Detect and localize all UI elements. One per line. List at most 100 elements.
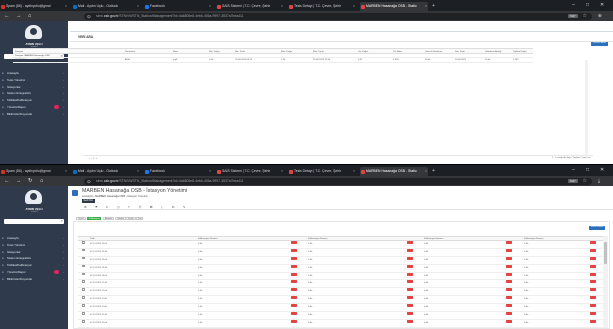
row-checkbox[interactable] <box>82 296 85 299</box>
toolbar-icon[interactable]: ≡ <box>106 204 108 210</box>
column-header[interactable]: Gönderim Aralığı <box>485 49 501 55</box>
back-arrow-icon[interactable]: ← <box>4 12 10 20</box>
column-header[interactable]: Min. Değer <box>209 49 220 55</box>
toolbar-icon[interactable]: ⧉ <box>172 204 174 210</box>
maximize-button[interactable]: □ <box>586 1 589 10</box>
excel-export-button[interactable]: Excel'e Aktar <box>591 42 608 46</box>
toolbar-icon[interactable]: ✎ <box>183 204 186 210</box>
row-checkbox[interactable] <box>82 312 85 315</box>
browser-tab[interactable]: Spam (86) - aydinycilu@gmai × <box>0 167 68 176</box>
tab-close-icon[interactable]: × <box>209 2 211 11</box>
browser-tab[interactable]: Tesis Detayı | T.C. Çevre, Şehir × <box>288 167 356 176</box>
scrollbar[interactable] <box>603 236 608 328</box>
home-icon[interactable]: ⌂ <box>40 177 43 185</box>
filter-button[interactable]: Log <box>136 217 144 220</box>
tab-close-icon[interactable]: × <box>353 2 355 11</box>
forward-arrow-icon[interactable]: → <box>16 12 22 20</box>
minimize-button[interactable]: – <box>572 166 575 175</box>
row-checkbox[interactable] <box>82 248 85 252</box>
table-row[interactable]: 07.10.2024 14:30 0,00 0,00 0,00 0,00 <box>78 248 604 257</box>
site-info-icon[interactable]: ⊙ <box>87 13 91 20</box>
user-avatar[interactable] <box>25 25 42 39</box>
table-row[interactable]: 07.10.2024 15:00 0,00 0,00 0,00 0,00 <box>78 241 604 249</box>
download-icon[interactable]: ⤓ <box>598 177 600 185</box>
scrollbar[interactable] <box>585 60 588 156</box>
filter-button[interactable]: Ölçüm <box>76 217 86 220</box>
tab-close-icon[interactable]: × <box>137 167 139 176</box>
column-header[interactable]: Min. Tarihi <box>235 49 245 55</box>
filter-button[interactable]: Veriler <box>126 217 136 220</box>
tab-close-icon[interactable]: × <box>425 167 427 176</box>
row-checkbox[interactable] <box>82 304 85 307</box>
column-header[interactable]: Ort. Adet <box>393 49 402 55</box>
bookmark-star-icon[interactable]: ☆ <box>583 178 587 185</box>
row-checkbox[interactable] <box>82 319 85 323</box>
column-header[interactable]: Max. Tarihi <box>313 49 324 55</box>
toolbar-icon[interactable]: ⚑ <box>95 204 98 210</box>
sidebar-item[interactable]: ● Tatbikat/Kalibrasyon › <box>0 262 68 269</box>
zoom-badge[interactable]: %67 <box>568 14 578 18</box>
column-header[interactable]: Ort. Değer <box>358 49 368 55</box>
row-checkbox[interactable] <box>82 256 85 260</box>
browser-tab[interactable]: Mail - Aydın Uçlu - Outlook × <box>72 2 140 11</box>
column-header[interactable]: Toplam Değer <box>513 49 527 55</box>
table-row[interactable]: 07.10.2024 10:00 0,00 0,00 0,00 0,00 <box>78 319 604 328</box>
row-checkbox[interactable] <box>82 241 85 244</box>
sidebar-item[interactable]: ● Anasayfa › <box>0 70 68 77</box>
toolbar-icon[interactable]: ◷ <box>117 204 120 210</box>
table-row[interactable]: MARBEN Hasanağa OSB AKM mg/L 0,00 15.08.2024… <box>13 58 533 63</box>
sidebar-item[interactable]: ● Tesis Yönetimi › <box>0 77 68 84</box>
extensions-icon[interactable]: ⊕ <box>598 12 602 20</box>
table-row[interactable]: 07.10.2024 13:00 0,00 0,00 0,00 0,00 <box>78 272 604 281</box>
tab-close-icon[interactable]: × <box>281 167 283 176</box>
column-header[interactable]: İstasyon <box>15 49 23 55</box>
toolbar-icon[interactable]: ⎘ <box>139 204 142 210</box>
filter-button[interactable]: Kalibrasyon <box>87 217 102 220</box>
close-window-button[interactable]: ✕ <box>600 166 604 175</box>
browser-tab[interactable]: MARBEN Hasanağa OSB - Statio × <box>360 2 428 11</box>
row-checkbox[interactable] <box>82 288 85 291</box>
table-row[interactable]: 07.10.2024 11:30 0,00 0,00 0,00 0,00 <box>78 296 604 305</box>
column-header[interactable]: Birim <box>173 49 178 55</box>
table-row[interactable]: 07.10.2024 10:30 0,00 0,00 0,00 0,00 <box>78 312 604 320</box>
row-checkbox[interactable] <box>82 264 85 268</box>
tab-close-icon[interactable]: × <box>65 167 67 176</box>
close-window-button[interactable]: ✕ <box>600 1 604 10</box>
toolbar-icon[interactable]: ⇄ <box>150 204 153 210</box>
row-checkbox[interactable] <box>82 272 85 276</box>
column-header[interactable]: Güncel Gönderim <box>425 49 442 55</box>
sidebar-search-input[interactable]: ⌕ <box>4 218 64 224</box>
browser-tab[interactable]: SAİS Sistemi | T.C. Çevre, Şehir × <box>216 2 284 11</box>
excel-export-button[interactable]: Excel'e Aktar <box>589 226 605 230</box>
browser-tab[interactable]: Mail - Aydın Uçlu - Outlook × <box>72 167 140 176</box>
new-tab-button[interactable]: + <box>432 2 435 10</box>
home-icon[interactable]: ⌂ <box>28 12 31 20</box>
sidebar-item[interactable]: ● Bildirimler/Duyurular › <box>0 276 68 283</box>
pager-controls[interactable]: « ‹ 1 › » <box>89 156 97 161</box>
tab-close-icon[interactable]: × <box>425 2 427 11</box>
address-bar[interactable]: ⊙ sims.csb.gov.tr/STN/VWSTN_Station/Mana… <box>84 12 592 20</box>
tab-close-icon[interactable]: × <box>281 2 283 11</box>
browser-tab[interactable]: Spam (86) - aydinycilu@gmai × <box>0 2 68 11</box>
reload-icon[interactable]: ↻ <box>28 177 33 185</box>
filter-button[interactable]: Alarmlar <box>103 217 115 220</box>
sidebar-item[interactable]: ● Anasayfa › <box>0 235 68 242</box>
tab-close-icon[interactable]: × <box>353 167 355 176</box>
toolbar-icon[interactable]: ⌖ <box>128 204 130 210</box>
browser-tab[interactable]: SAİS Sistemi | T.C. Çevre, Şehir × <box>216 167 284 176</box>
sidebar-item[interactable]: ● Bildirimler/Duyurular › <box>0 111 68 118</box>
zoom-badge[interactable]: %67 <box>568 179 578 183</box>
column-header[interactable]: Parametre <box>125 49 135 55</box>
tab-close-icon[interactable]: × <box>137 2 139 11</box>
sidebar-item[interactable]: ● Tesis Yönetimi › <box>0 242 68 249</box>
toolbar-icon[interactable]: ⤓ <box>161 204 162 210</box>
table-row[interactable]: 07.10.2024 11:00 0,00 0,00 0,00 0,00 <box>78 304 604 313</box>
sidebar-item[interactable]: ● İstasyonlar › <box>0 84 68 91</box>
back-button[interactable]: Geri Dön <box>82 198 95 203</box>
sidebar-item[interactable]: ● Yönetim/Rapor › <box>0 104 68 111</box>
tab-close-icon[interactable]: × <box>65 2 67 11</box>
minimize-button[interactable]: – <box>572 1 575 10</box>
sidebar-item[interactable]: ● Sistem Entegratörü › <box>0 255 68 262</box>
breadcrumb-item[interactable]: MARBEN Hasanağa OSB <box>95 195 125 198</box>
browser-tab[interactable]: Facebook × <box>144 2 212 11</box>
